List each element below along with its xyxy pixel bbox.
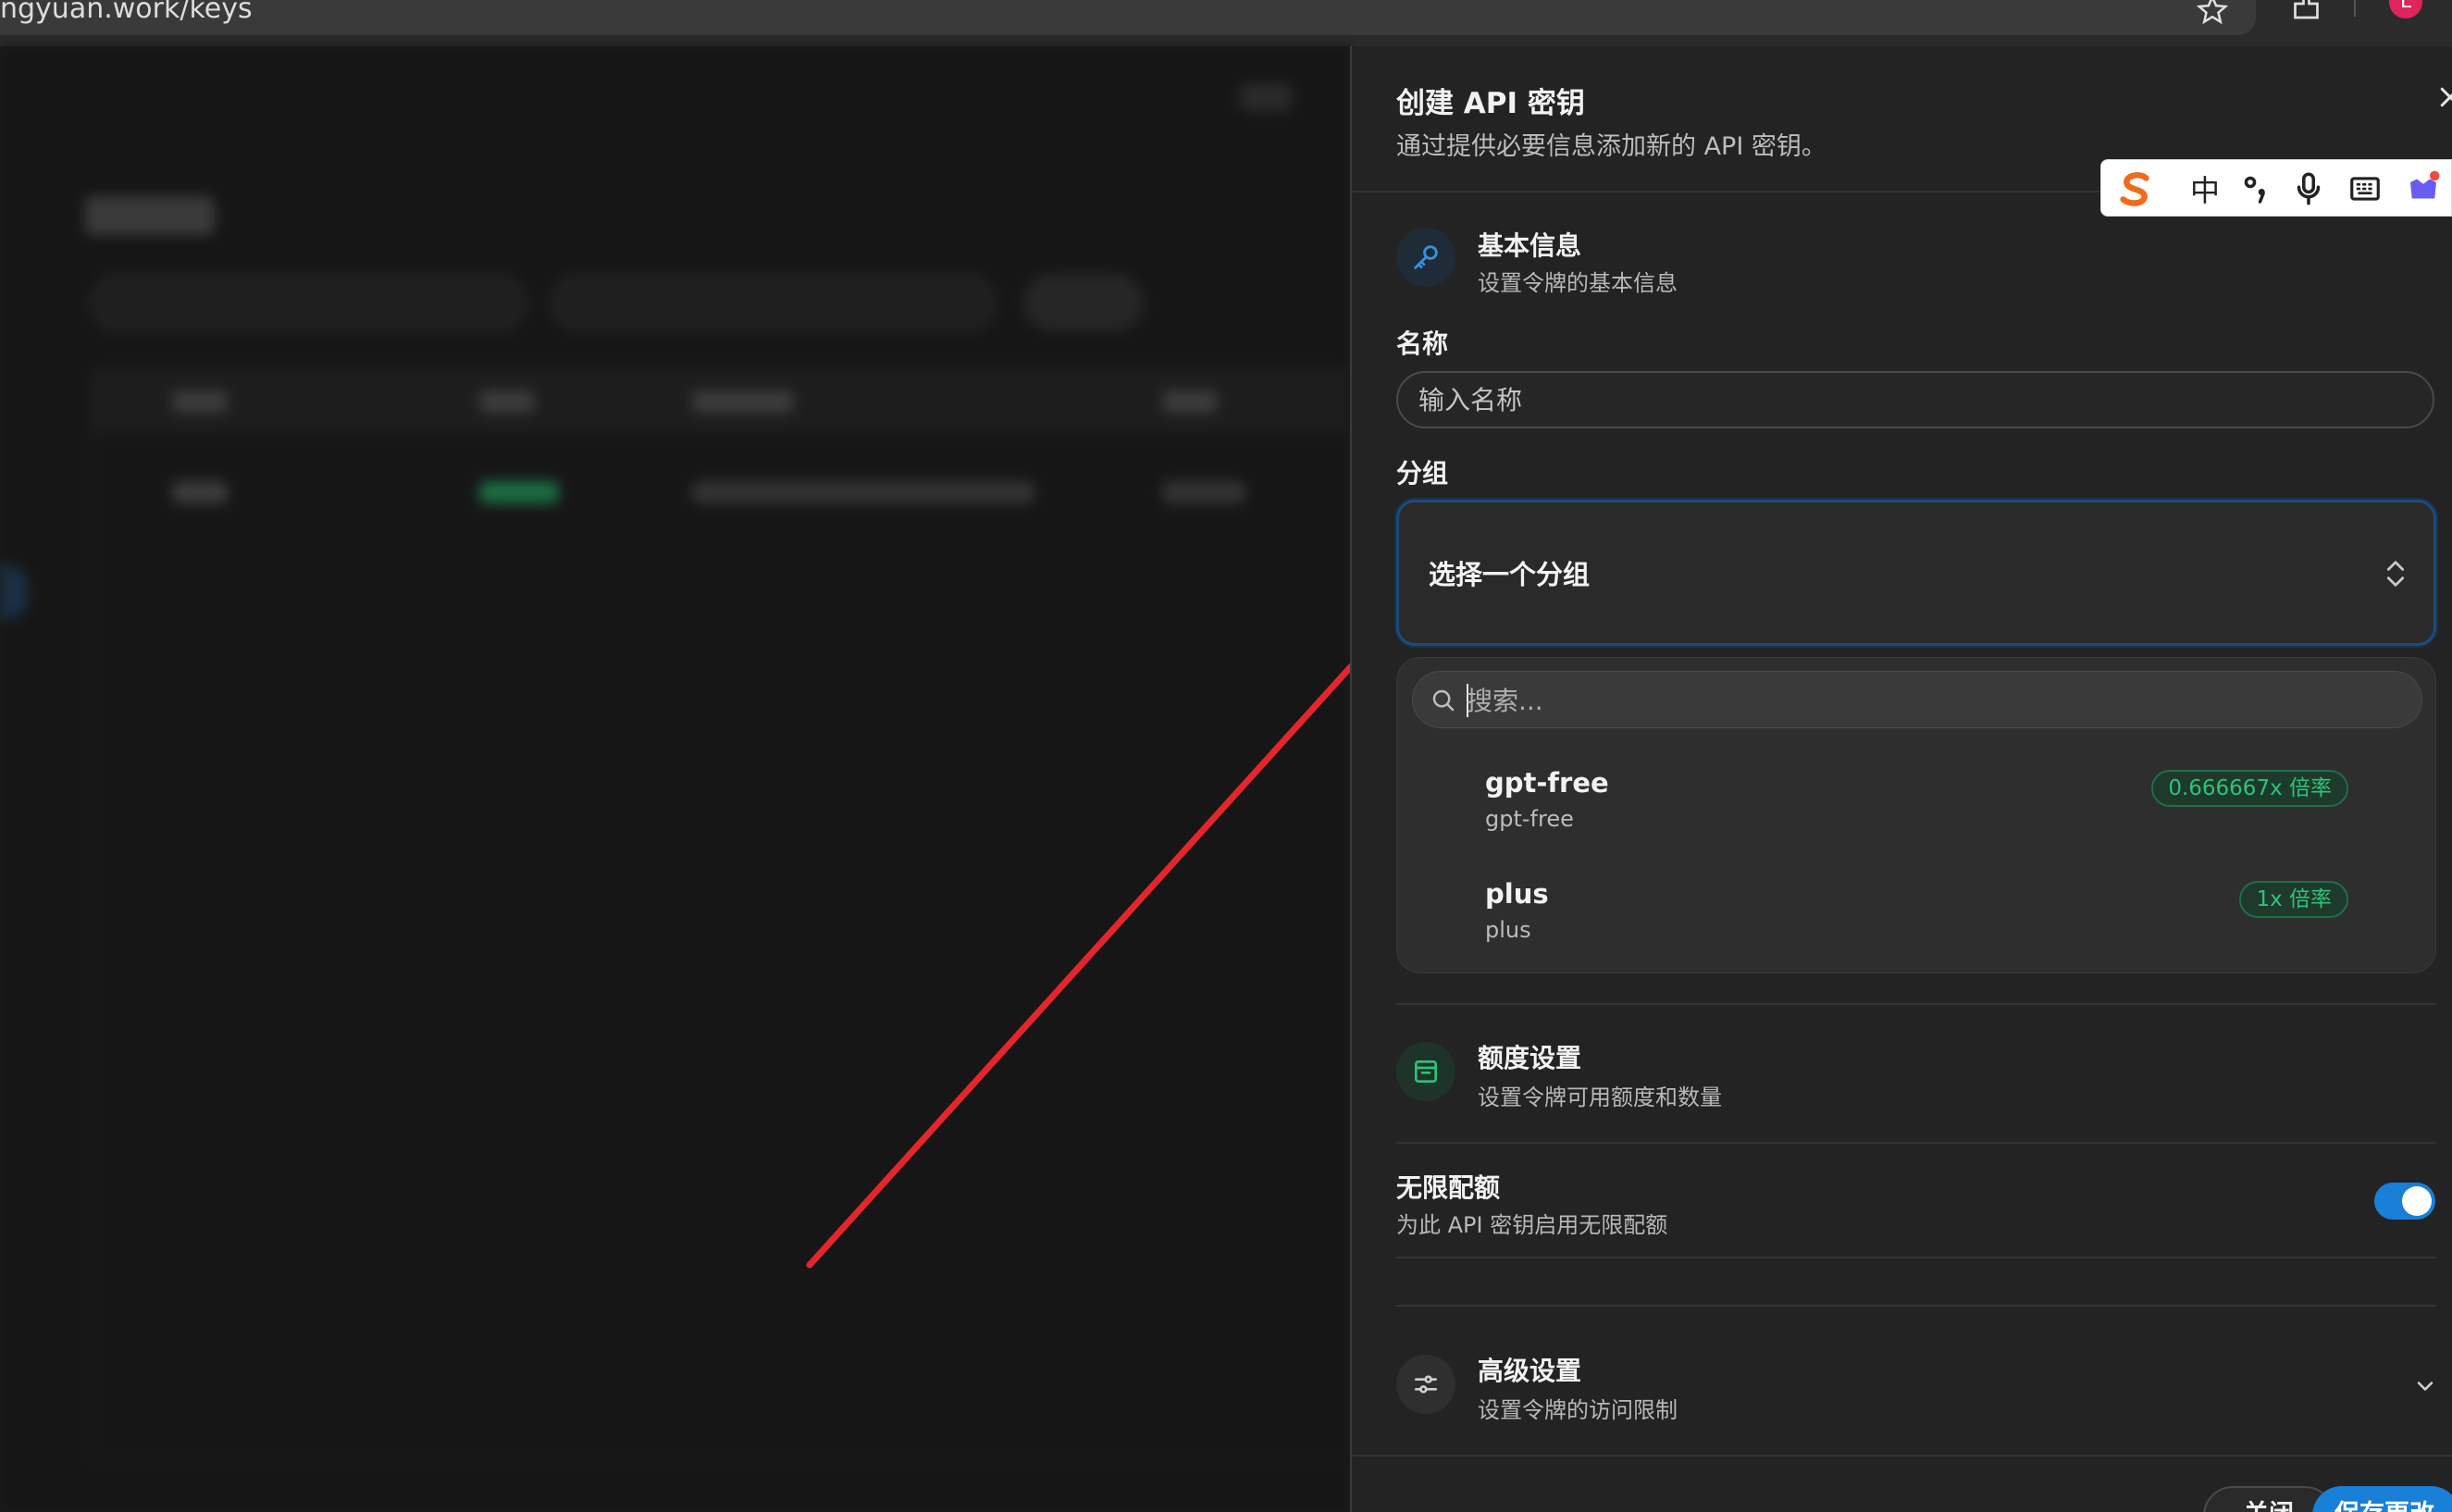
unlimited-quota-subtitle: 为此 API 密钥启用无限配额 xyxy=(1396,1212,1668,1238)
basic-section-title: 基本信息 xyxy=(1478,230,1582,261)
advanced-section-subtitle: 设置令牌的访问限制 xyxy=(1478,1397,1678,1423)
drawer-title: 创建 API 密钥 xyxy=(1396,87,1585,120)
search-icon xyxy=(1432,689,1455,712)
unlimited-quota-title: 无限配额 xyxy=(1396,1172,1501,1203)
divider xyxy=(1396,1142,2436,1144)
quota-section-subtitle: 设置令牌可用额度和数量 xyxy=(1478,1084,1722,1110)
dropdown-search-input[interactable] xyxy=(1467,679,2392,722)
sogou-logo-icon[interactable] xyxy=(2114,169,2157,208)
option-description: plus xyxy=(1485,917,1531,943)
group-dropdown: gpt-free gpt-free 0.666667x 倍率 plus plus… xyxy=(1396,657,2436,973)
divider xyxy=(1396,1257,2436,1258)
advanced-icon-badge xyxy=(1396,1355,1455,1414)
chevron-down-icon[interactable] xyxy=(2412,1373,2438,1399)
group-select-placeholder: 选择一个分组 xyxy=(1429,559,1591,590)
key-icon-badge xyxy=(1396,228,1455,287)
group-select[interactable]: 选择一个分组 xyxy=(1396,500,2436,646)
name-label: 名称 xyxy=(1396,328,1449,359)
quota-section-title: 额度设置 xyxy=(1478,1043,1582,1073)
option-description: gpt-free xyxy=(1485,806,1574,832)
name-input[interactable] xyxy=(1396,371,2434,428)
save-button[interactable]: 保存更改 xyxy=(2312,1486,2452,1512)
basic-section-subtitle: 设置令牌的基本信息 xyxy=(1478,270,1678,296)
divider xyxy=(1396,1305,2436,1307)
key-icon xyxy=(1414,245,1438,269)
skin-toolbox-icon[interactable] xyxy=(2403,169,2444,208)
group-option-plus[interactable]: plus plus 1x 倍率 xyxy=(1397,861,2437,971)
punctuation-icon[interactable] xyxy=(2240,169,2273,208)
divider xyxy=(1396,1003,2436,1005)
ime-chinese-mode[interactable]: 中 xyxy=(2186,169,2223,208)
ime-toolbar: 中 xyxy=(2100,159,2452,217)
microphone-icon[interactable] xyxy=(2292,169,2325,208)
chevron-up-down-icon xyxy=(2386,561,2405,587)
dropdown-search[interactable] xyxy=(1412,671,2422,728)
option-name: plus xyxy=(1485,878,1549,910)
close-icon[interactable] xyxy=(2436,83,2452,111)
ratio-badge: 1x 倍率 xyxy=(2239,881,2348,918)
quota-icon-badge xyxy=(1396,1042,1455,1101)
drawer-subtitle: 通过提供必要信息添加新的 API 密钥。 xyxy=(1396,132,1827,161)
keyboard-icon[interactable] xyxy=(2347,169,2383,208)
create-api-key-drawer: 创建 API 密钥 通过提供必要信息添加新的 API 密钥。 基本信息 设置令牌… xyxy=(1350,46,2452,1512)
sliders-icon xyxy=(1415,1375,1437,1394)
toggle-knob xyxy=(2402,1186,2432,1216)
ratio-badge: 0.666667x 倍率 xyxy=(2151,770,2348,807)
group-label: 分组 xyxy=(1396,458,1449,489)
footer-divider xyxy=(1352,1455,2452,1456)
option-name: gpt-free xyxy=(1485,767,1609,799)
group-option-gpt-free[interactable]: gpt-free gpt-free 0.666667x 倍率 xyxy=(1397,750,2437,860)
wallet-icon xyxy=(1415,1060,1437,1083)
unlimited-quota-toggle[interactable] xyxy=(2374,1183,2435,1220)
advanced-section-title: 高级设置 xyxy=(1478,1356,1582,1386)
